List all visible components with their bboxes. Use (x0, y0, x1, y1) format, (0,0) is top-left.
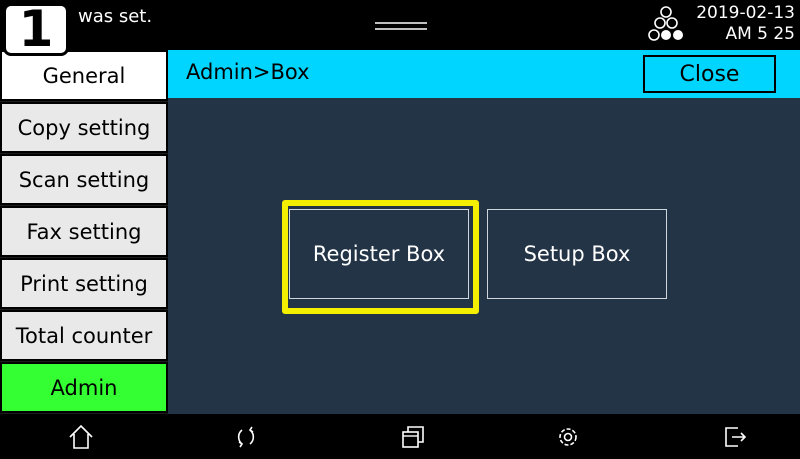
home-icon[interactable] (66, 422, 96, 452)
handle-icon[interactable] (375, 22, 427, 30)
windows-icon[interactable] (398, 422, 428, 452)
status-time: AM 5 25 (725, 24, 795, 44)
settings-icon[interactable] (553, 422, 583, 452)
tab-total-counter[interactable]: Total counter (0, 310, 168, 361)
exit-icon[interactable] (720, 422, 750, 452)
setup-box-button[interactable]: Setup Box (487, 209, 667, 299)
printers-icon[interactable] (648, 5, 684, 43)
header-bar: Admin>Box Close (168, 50, 800, 98)
close-button[interactable]: Close (643, 55, 776, 93)
tab-print-setting[interactable]: Print setting (0, 258, 168, 309)
step-number-badge: 1 (3, 3, 69, 56)
tab-scan-setting[interactable]: Scan setting (0, 154, 168, 205)
rotate-icon[interactable] (231, 422, 261, 452)
main-panel: Register Box Setup Box (168, 98, 800, 414)
bottom-nav-bar (0, 414, 800, 459)
tab-admin[interactable]: Admin (0, 362, 168, 413)
status-message: was set. (78, 6, 153, 27)
sidebar: General Copy setting Scan setting Fax se… (0, 50, 168, 414)
status-date: 2019-02-13 (696, 3, 795, 23)
page-title: Admin>Box (186, 60, 310, 84)
status-bar: was set. 2019-02-13 AM 5 25 (0, 0, 800, 50)
register-box-button[interactable]: Register Box (289, 209, 469, 299)
device-screen: was set. 2019-02-13 AM 5 25 1 General Co… (0, 0, 800, 459)
tab-fax-setting[interactable]: Fax setting (0, 206, 168, 257)
tab-copy-setting[interactable]: Copy setting (0, 102, 168, 153)
